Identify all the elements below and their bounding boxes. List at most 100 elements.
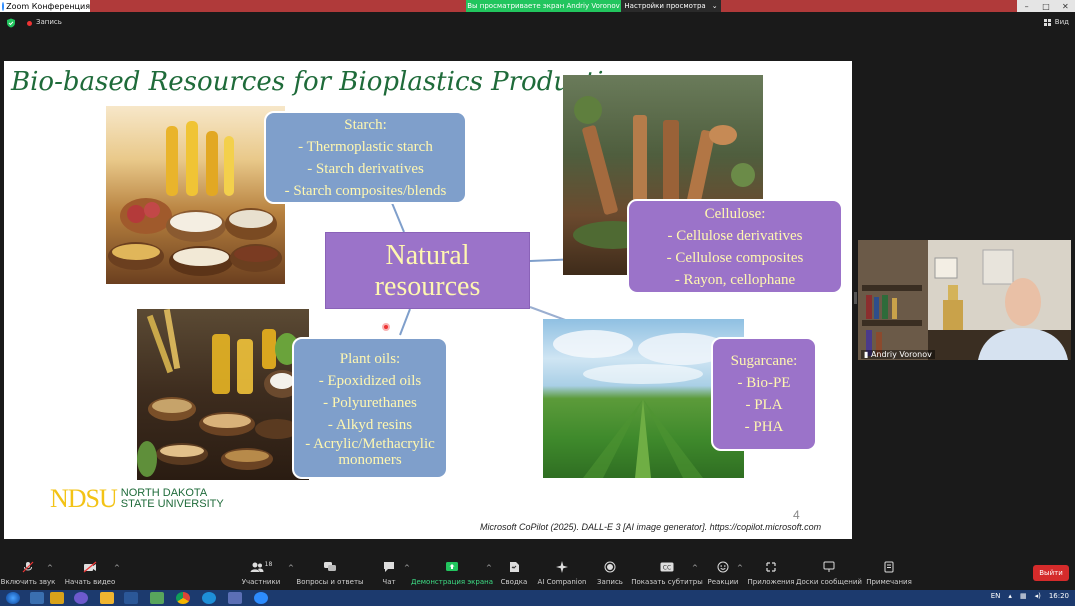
ndsu-line-2: STATE UNIVERSITY: [120, 498, 224, 510]
participants-label: Участники: [241, 578, 281, 586]
audio-options-caret[interactable]: ^: [47, 564, 53, 572]
view-button[interactable]: Вид: [1043, 18, 1069, 26]
taskbar-app-icon[interactable]: [150, 592, 164, 604]
starch-item: - Thermoplastic starch: [298, 138, 433, 155]
grid-icon: [1043, 18, 1051, 26]
microphone-muted-icon: [21, 561, 35, 573]
edge-icon[interactable]: [202, 592, 216, 604]
qa-icon: [323, 561, 337, 573]
cellulose-box-title: Cellulose:: [704, 205, 766, 222]
qa-button[interactable]: Вопросы и ответы: [296, 556, 364, 590]
ndsu-logo: NDSU NORTH DAKOTA STATE UNIVERSITY: [50, 484, 224, 514]
panel-resize-handle[interactable]: [854, 292, 857, 304]
center-line-2: resources: [374, 270, 481, 302]
share-banner-text: Вы просматриваете экран Andriy Voronov: [467, 2, 620, 10]
network-icon[interactable]: ▦: [1020, 592, 1027, 600]
reactions-label: Реакции: [707, 578, 739, 586]
zoom-window: Zoom Конференция Вы просматриваете экран…: [0, 0, 1075, 606]
ndsu-logo-subtext: NORTH DAKOTA STATE UNIVERSITY: [121, 488, 224, 510]
app-title: Zoom Конференция: [0, 0, 90, 12]
apps-icon: [764, 561, 778, 573]
summary-label: Сводка: [500, 578, 528, 586]
view-settings-label: Настройки просмотра: [624, 2, 706, 10]
clock[interactable]: 16:20: [1049, 592, 1069, 600]
captions-button[interactable]: CC Показать субтитры: [631, 556, 703, 590]
chrome-icon[interactable]: [176, 592, 190, 604]
whiteboards-button[interactable]: Доски сообщений: [796, 556, 862, 590]
smile-icon: [716, 561, 730, 573]
whiteboards-label: Доски сообщений: [796, 578, 862, 586]
summary-button[interactable]: Сводка: [500, 556, 528, 590]
participant-video: [858, 240, 1071, 360]
maximize-button[interactable]: □: [1036, 0, 1055, 12]
volume-icon[interactable]: ◂): [1035, 592, 1041, 600]
participant-video-tile[interactable]: ▮ Andriy Voronov: [858, 240, 1071, 360]
cellulose-item: - Rayon, cellophane: [674, 271, 796, 288]
shared-screen-slide: Bio-based Resources for Bioplastics Prod…: [4, 61, 852, 539]
participants-options-caret[interactable]: ^: [288, 564, 294, 572]
unmute-button[interactable]: Включить звук: [1, 556, 55, 590]
reactions-options-caret[interactable]: ^: [737, 564, 743, 572]
participants-button[interactable]: 18 Участники: [241, 556, 281, 590]
cellulose-item: - Cellulose derivatives: [667, 227, 803, 244]
center-line-1: Natural: [385, 239, 470, 271]
chat-options-caret[interactable]: ^: [404, 564, 410, 572]
windows-start-icon[interactable]: [6, 592, 20, 604]
tray-chevron-icon[interactable]: ▴: [1008, 592, 1012, 600]
taskbar-app-icon[interactable]: [50, 592, 64, 604]
zoom-taskbar-icon[interactable]: [254, 592, 268, 604]
meeting-toolbar: Включить звук ^ Начать видео ^ 18 Участн…: [0, 556, 1075, 590]
shield-icon[interactable]: [6, 18, 16, 28]
sugarcane-box: Sugarcane: - Bio-PE - PLA - PHA: [711, 337, 817, 451]
signal-bars-icon: ▮: [864, 350, 869, 359]
window-controls: – □ ✕: [1017, 0, 1075, 12]
chat-button[interactable]: Чат: [376, 556, 402, 590]
start-video-label: Начать видео: [64, 578, 116, 586]
natural-resources-box: Natural resources: [325, 232, 530, 309]
language-indicator[interactable]: EN: [991, 592, 1001, 600]
starch-box: Starch: - Thermoplastic starch - Starch …: [264, 111, 467, 204]
starch-grains-photo: [106, 106, 285, 284]
camera-off-icon: [83, 561, 97, 573]
view-settings-button[interactable]: Настройки просмотра ⌄: [621, 0, 721, 12]
chat-label: Чат: [382, 578, 396, 586]
plant-oils-item: monomers: [338, 452, 402, 468]
cellulose-item: - Cellulose composites: [666, 249, 804, 266]
plant-oils-photo: [137, 309, 309, 480]
word-icon[interactable]: [124, 592, 138, 604]
taskbar-app-icon[interactable]: [74, 592, 88, 604]
share-banner: Вы просматриваете экран Andriy Voronov: [466, 0, 621, 12]
whiteboard-icon: [822, 561, 836, 573]
recording-label[interactable]: Запись: [36, 18, 62, 26]
taskbar-app-icon[interactable]: [228, 592, 242, 604]
record-icon: [603, 561, 617, 573]
notes-button[interactable]: Примечания: [866, 556, 912, 590]
record-label: Запись: [597, 578, 623, 586]
title-bar: Zoom Конференция Вы просматриваете экран…: [0, 0, 1075, 12]
taskbar-app-icon[interactable]: [100, 592, 114, 604]
share-screen-button[interactable]: Демонстрация экрана: [411, 556, 493, 590]
apps-button[interactable]: Приложения: [747, 556, 795, 590]
plant-oils-item: - Epoxidized oils: [318, 373, 422, 389]
ai-companion-button[interactable]: AI Companion: [538, 556, 586, 590]
reactions-button[interactable]: Реакции: [708, 556, 738, 590]
record-button[interactable]: Запись: [596, 556, 624, 590]
share-options-caret[interactable]: ^: [486, 564, 492, 572]
taskbar-app-icon[interactable]: [30, 592, 44, 604]
video-options-caret[interactable]: ^: [114, 564, 120, 572]
sugarcane-box-title: Sugarcane:: [730, 353, 798, 369]
ndsu-logo-text: NDSU: [50, 484, 118, 513]
participant-name: ▮ Andriy Voronov: [861, 350, 935, 359]
captions-options-caret[interactable]: ^: [692, 564, 698, 572]
summary-icon: [507, 561, 521, 573]
minimize-button[interactable]: –: [1017, 0, 1036, 12]
start-video-button[interactable]: Начать видео: [64, 556, 116, 590]
apps-label: Приложения: [747, 578, 795, 586]
plant-oils-item: - Polyurethanes: [323, 395, 417, 411]
participants-icon: 18: [248, 561, 274, 573]
plant-oils-box: Plant oils: - Epoxidized oils - Polyuret…: [292, 337, 448, 479]
chat-icon: [382, 561, 396, 573]
leave-button[interactable]: Выйти: [1033, 565, 1069, 581]
window-title: Zoom Конференция: [6, 1, 90, 11]
close-button[interactable]: ✕: [1056, 0, 1075, 12]
